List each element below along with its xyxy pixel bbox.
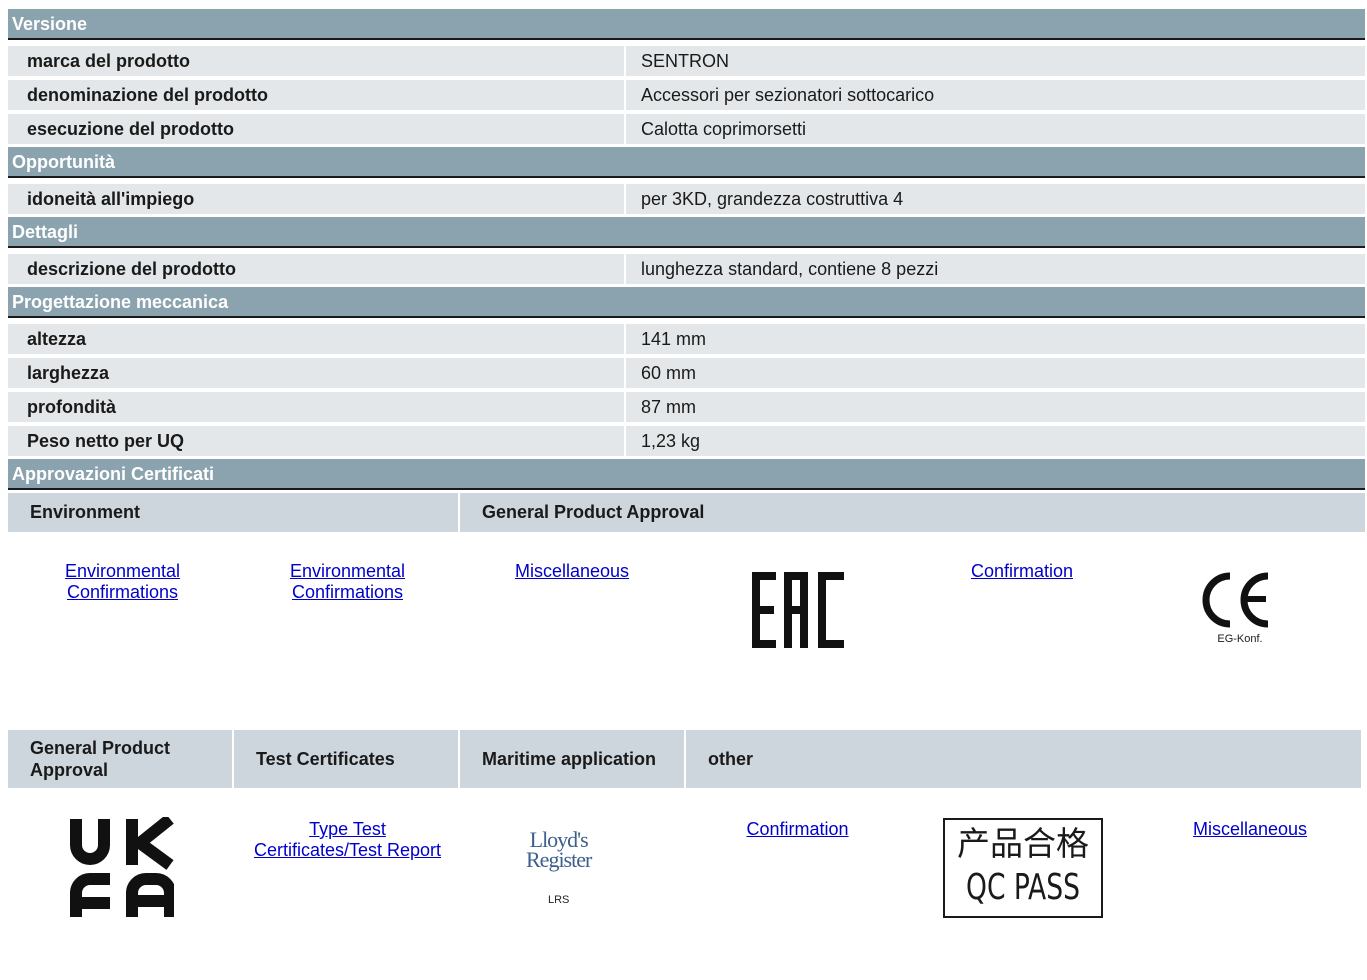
ce-logo: EG-Konf. (1200, 570, 1280, 645)
row-value: SENTRON (626, 46, 1365, 76)
section-versione: Versione (8, 9, 1365, 40)
datasheet: Versione marca del prodotto SENTRON deno… (0, 0, 1367, 980)
row-value: 141 mm (626, 324, 1365, 354)
link-type-test-certificates[interactable]: Type Test Certificates/Test Report (254, 819, 441, 860)
row-value: 60 mm (626, 358, 1365, 388)
row-key: idoneità all'impiego (8, 184, 624, 214)
link-environmental-confirmations-2[interactable]: Environmental Confirmations (290, 561, 405, 602)
eac-logo (752, 570, 846, 655)
qc-logo-text: QC PASS (966, 867, 1080, 908)
section-approvazioni: Approvazioni Certificati (8, 459, 1365, 490)
lloyds-logo-caption: LRS (547, 894, 570, 906)
row-key: larghezza (8, 358, 624, 388)
table-row: idoneità all'impiego per 3KD, grandezza … (8, 182, 1365, 214)
lloyds-logo-text-2: Register (526, 847, 592, 872)
row-value: Accessori per sezionatori sottocarico (626, 80, 1365, 110)
table-row: larghezza 60 mm (8, 356, 1365, 388)
cert-header-general-approval-2: General Product Approval (8, 730, 232, 788)
row-value: per 3KD, grandezza costruttiva 4 (626, 184, 1365, 214)
table-row: altezza 141 mm (8, 322, 1365, 354)
row-value: 1,23 kg (626, 426, 1365, 456)
qc-pass-logo: 产品合格 QC PASS (943, 818, 1103, 918)
link-environmental-confirmations-1[interactable]: Environmental Confirmations (65, 561, 180, 602)
section-dettagli: Dettagli (8, 217, 1365, 248)
table-row: Peso netto per UQ 1,23 kg (8, 424, 1365, 456)
cert-header-2: General Product Approval Test Certificat… (8, 730, 1361, 788)
ce-logo-caption: EG-Konf. (1217, 633, 1263, 645)
row-value: lunghezza standard, contiene 8 pezzi (626, 254, 1365, 284)
table-row: marca del prodotto SENTRON (8, 44, 1365, 76)
cert-header-environment: Environment (8, 493, 458, 532)
table-row: descrizione del prodotto lunghezza stand… (8, 252, 1365, 284)
cert-header-other: other (686, 730, 1361, 788)
link-miscellaneous-1[interactable]: Miscellaneous (515, 561, 629, 581)
row-value: Calotta coprimorsetti (626, 114, 1365, 144)
section-opportunita: Opportunità (8, 147, 1365, 178)
row-key: denominazione del prodotto (8, 80, 624, 110)
table-row: esecuzione del prodotto Calotta coprimor… (8, 112, 1365, 144)
section-progettazione: Progettazione meccanica (8, 287, 1365, 318)
cert-header-maritime: Maritime application (460, 730, 684, 788)
cert-header-general-approval: General Product Approval (460, 493, 1365, 532)
ukca-logo (70, 814, 176, 926)
row-key: marca del prodotto (8, 46, 624, 76)
row-key: profondità (8, 392, 624, 422)
qc-logo-chinese: 产品合格 (957, 824, 1089, 863)
row-key: Peso netto per UQ (8, 426, 624, 456)
table-row: profondità 87 mm (8, 390, 1365, 422)
link-confirmation-2[interactable]: Confirmation (746, 819, 848, 839)
row-key: altezza (8, 324, 624, 354)
row-key: descrizione del prodotto (8, 254, 624, 284)
row-key: esecuzione del prodotto (8, 114, 624, 144)
cert-header-test-certificates: Test Certificates (234, 730, 458, 788)
table-row: denominazione del prodotto Accessori per… (8, 78, 1365, 110)
lloyds-register-logo: Lloyd's Register LRS (526, 829, 592, 907)
link-miscellaneous-2[interactable]: Miscellaneous (1193, 819, 1307, 839)
cert-header-1: Environment General Product Approval (8, 493, 1365, 532)
link-confirmation-1[interactable]: Confirmation (971, 561, 1073, 581)
row-value: 87 mm (626, 392, 1365, 422)
